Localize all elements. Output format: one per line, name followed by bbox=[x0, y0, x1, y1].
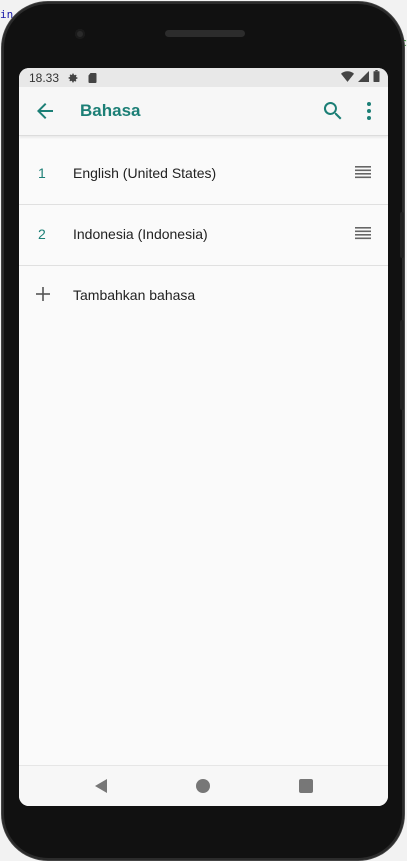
wifi-icon bbox=[341, 70, 354, 85]
language-order-number: 2 bbox=[38, 226, 46, 242]
settings-icon bbox=[67, 72, 79, 84]
page-title: Bahasa bbox=[80, 101, 141, 120]
signal-icon bbox=[358, 70, 369, 85]
more-vert-icon[interactable] bbox=[357, 99, 381, 123]
language-label: Indonesia (Indonesia) bbox=[73, 226, 208, 242]
plus-icon bbox=[34, 285, 52, 303]
battery-icon bbox=[373, 70, 380, 85]
language-label: English (United States) bbox=[73, 165, 217, 181]
screen: 18.33 Bahasa 1 English (United States) 2… bbox=[19, 68, 388, 806]
nav-home-icon[interactable] bbox=[196, 779, 210, 793]
system-nav-bar bbox=[19, 765, 388, 806]
app-bar: Bahasa bbox=[19, 87, 388, 136]
earpiece-speaker bbox=[165, 30, 245, 37]
power-button bbox=[400, 320, 404, 410]
language-order-number: 1 bbox=[38, 165, 46, 181]
language-item-2[interactable]: 2 Indonesia (Indonesia) bbox=[19, 204, 388, 266]
nav-back-icon[interactable] bbox=[93, 778, 109, 794]
sd-card-icon bbox=[87, 72, 98, 84]
front-camera bbox=[75, 29, 85, 39]
add-language-button[interactable]: Tambahkan bahasa bbox=[19, 265, 388, 326]
drag-handle-icon[interactable] bbox=[354, 163, 372, 181]
add-language-label: Tambahkan bahasa bbox=[73, 287, 196, 303]
status-time: 18.33 bbox=[29, 70, 60, 85]
search-icon[interactable] bbox=[321, 99, 345, 123]
language-item-1[interactable]: 1 English (United States) bbox=[19, 143, 388, 205]
drag-handle-icon[interactable] bbox=[354, 224, 372, 242]
phone-frame: 18.33 Bahasa 1 English (United States) 2… bbox=[2, 2, 404, 860]
volume-button bbox=[400, 212, 404, 258]
status-bar: 18.33 bbox=[19, 68, 388, 87]
nav-recent-icon[interactable] bbox=[299, 779, 313, 793]
back-arrow-icon[interactable] bbox=[33, 99, 57, 123]
